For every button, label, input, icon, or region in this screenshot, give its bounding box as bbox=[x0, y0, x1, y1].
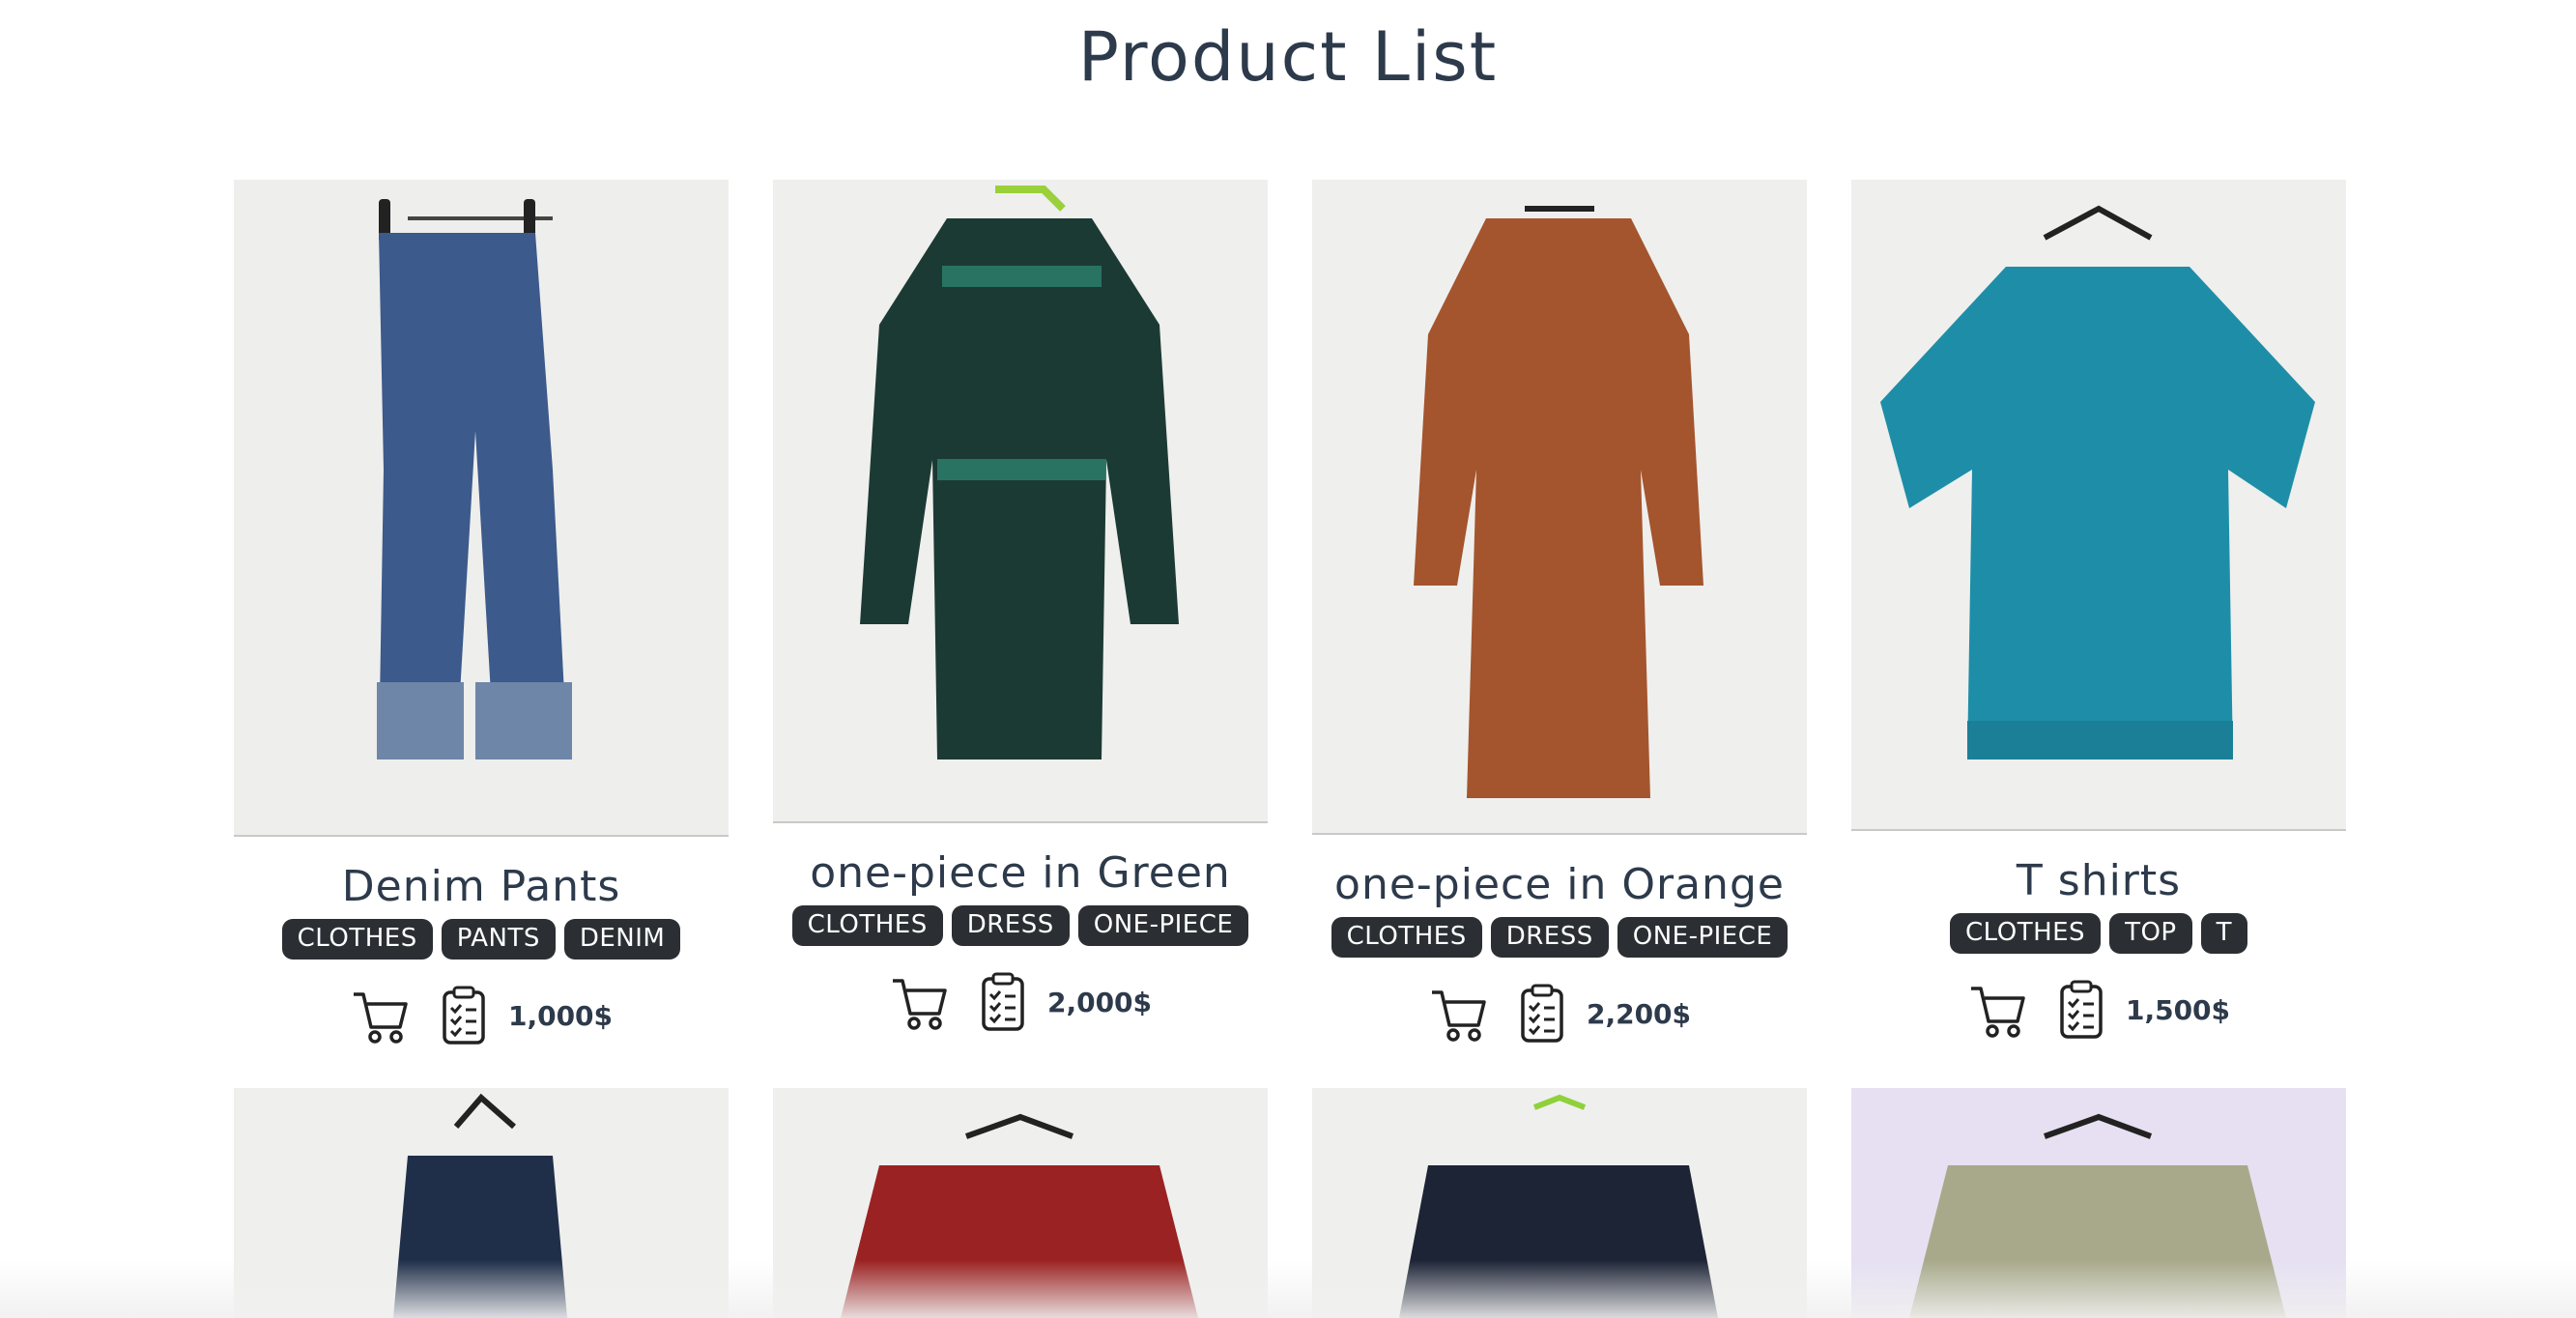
tag[interactable]: PANTS bbox=[441, 919, 556, 960]
page-title: Product List bbox=[1077, 17, 1499, 97]
product-card-one-piece-orange[interactable]: one-piece in Orange CLOTHES DRESS ONE-PI… bbox=[1312, 180, 1807, 1045]
product-price: 1,000$ bbox=[507, 999, 614, 1032]
product-name[interactable]: one-piece in Orange bbox=[1312, 860, 1807, 909]
cart-icon[interactable] bbox=[889, 971, 951, 1033]
tag[interactable]: ONE-PIECE bbox=[1617, 917, 1789, 958]
product-card-one-piece-green[interactable]: one-piece in Green CLOTHES DRESS ONE-PIE… bbox=[773, 180, 1268, 1033]
product-price: 2,200$ bbox=[1586, 997, 1692, 1030]
tag[interactable]: DENIM bbox=[563, 919, 681, 960]
tag-list: CLOTHES TOP T bbox=[1851, 913, 2346, 954]
tag[interactable]: DRESS bbox=[1490, 917, 1609, 958]
clipboard-checklist-icon[interactable] bbox=[2050, 979, 2112, 1041]
product-image[interactable] bbox=[234, 180, 729, 837]
cart-icon[interactable] bbox=[1428, 983, 1490, 1045]
tag[interactable]: ONE-PIECE bbox=[1077, 905, 1249, 946]
scroll-fade bbox=[0, 1260, 2576, 1318]
clipboard-checklist-icon[interactable] bbox=[972, 971, 1034, 1033]
product-name[interactable]: T shirts bbox=[1851, 856, 2346, 905]
tag-list: CLOTHES PANTS DENIM bbox=[234, 919, 729, 960]
tag[interactable]: CLOTHES bbox=[1331, 917, 1482, 958]
product-image[interactable] bbox=[773, 180, 1268, 823]
product-image[interactable] bbox=[1312, 180, 1807, 835]
tag-list: CLOTHES DRESS ONE-PIECE bbox=[1312, 917, 1807, 958]
tag[interactable]: CLOTHES bbox=[1950, 913, 2102, 954]
tag[interactable]: TOP bbox=[2109, 913, 2192, 954]
tag[interactable]: T bbox=[2200, 913, 2247, 954]
product-image[interactable] bbox=[1851, 180, 2346, 831]
product-name[interactable]: one-piece in Green bbox=[773, 848, 1268, 898]
product-price: 2,000$ bbox=[1046, 986, 1153, 1018]
cart-icon[interactable] bbox=[350, 985, 412, 1046]
clipboard-checklist-icon[interactable] bbox=[433, 985, 495, 1046]
tag[interactable]: CLOTHES bbox=[281, 919, 433, 960]
tag-list: CLOTHES DRESS ONE-PIECE bbox=[773, 905, 1268, 946]
product-actions: 1,000$ bbox=[234, 985, 729, 1046]
product-card-denim-pants[interactable]: Denim Pants CLOTHES PANTS DENIM 1,000$ bbox=[234, 180, 729, 1046]
tag[interactable]: CLOTHES bbox=[791, 905, 943, 946]
product-actions: 2,200$ bbox=[1312, 983, 1807, 1045]
product-card-t-shirts[interactable]: T shirts CLOTHES TOP T 1,500$ bbox=[1851, 180, 2346, 1041]
cart-icon[interactable] bbox=[1967, 979, 2029, 1041]
clipboard-checklist-icon[interactable] bbox=[1511, 983, 1573, 1045]
product-price: 1,500$ bbox=[2125, 993, 2231, 1026]
product-actions: 1,500$ bbox=[1851, 979, 2346, 1041]
product-actions: 2,000$ bbox=[773, 971, 1268, 1033]
product-name[interactable]: Denim Pants bbox=[234, 862, 729, 911]
tag[interactable]: DRESS bbox=[951, 905, 1070, 946]
